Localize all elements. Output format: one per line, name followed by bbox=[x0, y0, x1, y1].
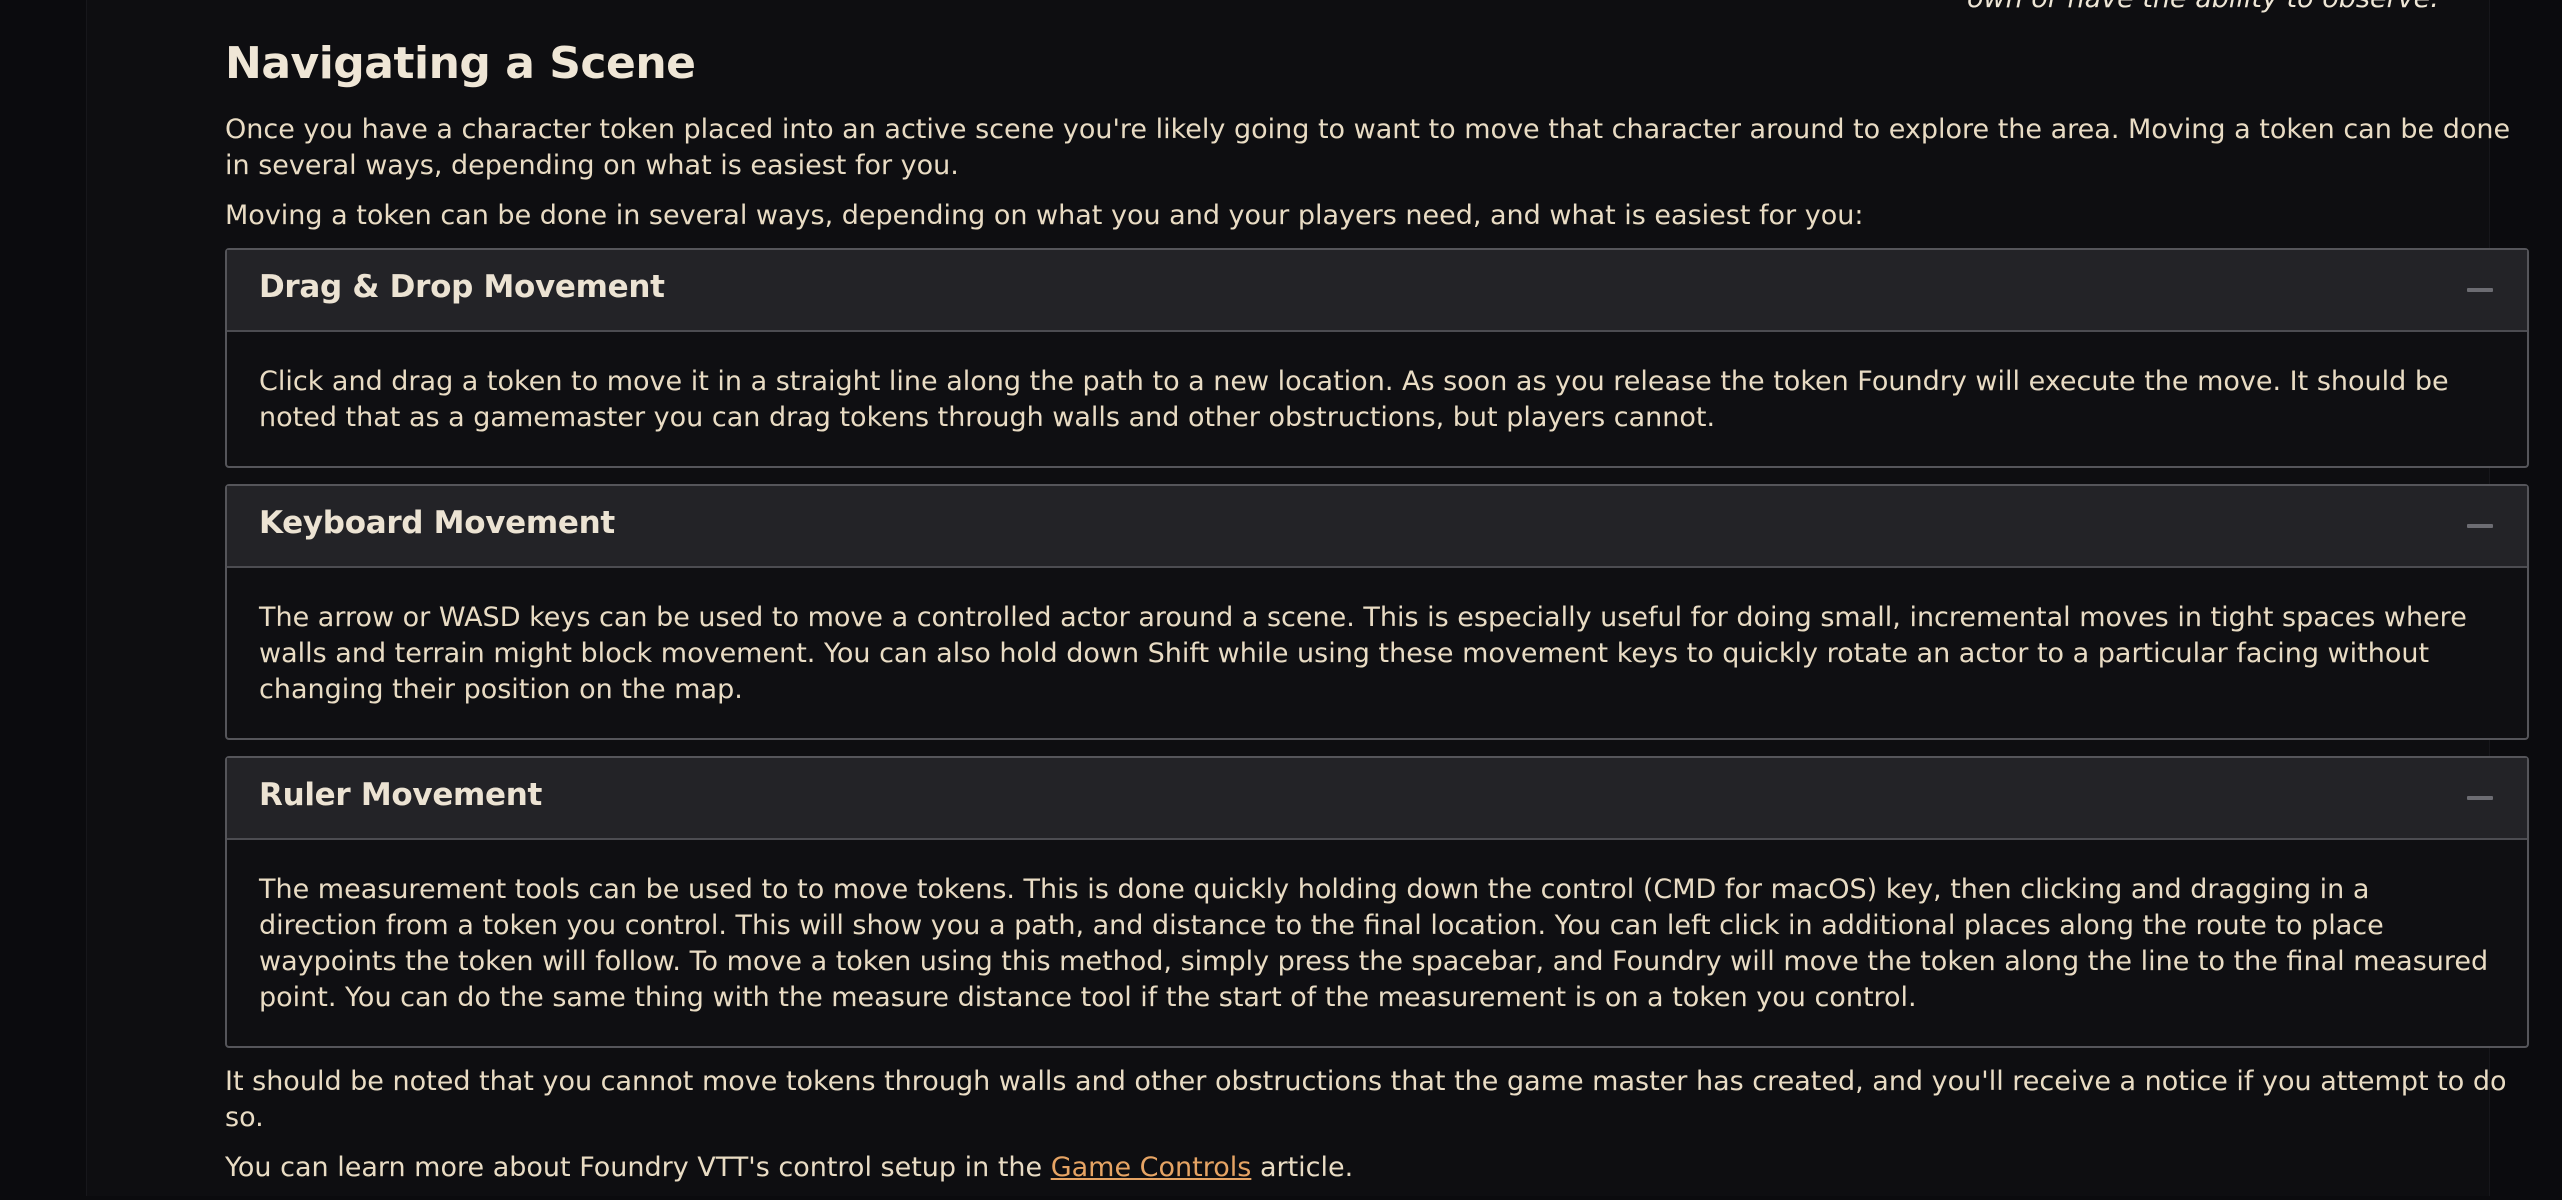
panel-keyboard-movement: Keyboard Movement The arrow or WASD keys… bbox=[225, 484, 2529, 740]
learn-more-suffix: article. bbox=[1251, 1152, 1354, 1183]
panel-ruler-movement: Ruler Movement The measurement tools can… bbox=[225, 756, 2529, 1048]
panel-header-keyboard[interactable]: Keyboard Movement bbox=[227, 486, 2527, 568]
learn-more-prefix: You can learn more about Foundry VTT's c… bbox=[225, 1152, 1051, 1183]
minus-icon[interactable] bbox=[2467, 288, 2493, 292]
section-title: Navigating a Scene bbox=[225, 38, 696, 89]
panel-title: Drag & Drop Movement bbox=[259, 269, 665, 305]
preceding-quote: own or have the ability to observe. bbox=[1967, 0, 2562, 22]
panel-header-ruler[interactable]: Ruler Movement bbox=[227, 758, 2527, 840]
panel-body: Click and drag a token to move it in a s… bbox=[259, 366, 2449, 433]
article-content: Navigating a Scene Once you have a chara… bbox=[225, 36, 2529, 1200]
panel-drag-drop-movement: Drag & Drop Movement Click and drag a to… bbox=[225, 248, 2529, 468]
footer-note: It should be noted that you cannot move … bbox=[225, 1066, 2507, 1133]
minus-icon[interactable] bbox=[2467, 796, 2493, 800]
learn-more-paragraph: You can learn more about Foundry VTT's c… bbox=[225, 1150, 2529, 1186]
panel-title: Ruler Movement bbox=[259, 777, 543, 813]
panel-body: The arrow or WASD keys can be used to mo… bbox=[259, 602, 2467, 705]
minus-icon[interactable] bbox=[2467, 524, 2493, 528]
article-page: own or have the ability to observe. Navi… bbox=[86, 0, 2529, 1196]
panel-body: The measurement tools can be used to to … bbox=[259, 874, 2489, 1013]
panel-title: Keyboard Movement bbox=[259, 505, 615, 541]
intro-paragraph-2: Moving a token can be done in several wa… bbox=[225, 200, 1864, 231]
game-controls-link[interactable]: Game Controls bbox=[1051, 1152, 1252, 1183]
quote-line: own or have the ability to observe. bbox=[1967, 0, 2439, 14]
panel-header-drag-drop[interactable]: Drag & Drop Movement bbox=[227, 250, 2527, 332]
intro-paragraph-1: Once you have a character token placed i… bbox=[225, 114, 2511, 181]
